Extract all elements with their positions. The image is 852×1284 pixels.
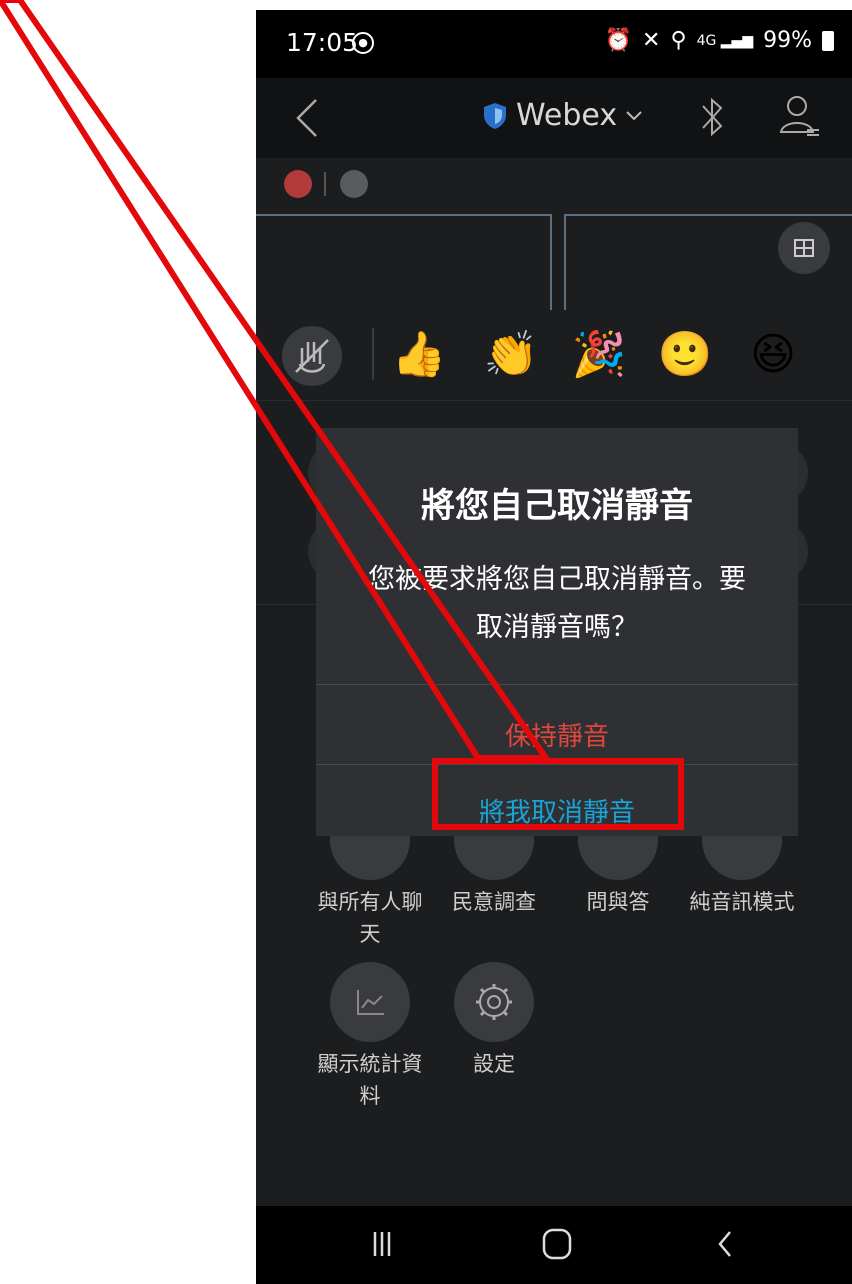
menu-item-label: 純音訊模式	[689, 890, 795, 914]
menu-item-label: 天	[359, 922, 381, 946]
notification-icon: ●	[352, 32, 374, 54]
clap-icon[interactable]: 👏	[480, 324, 542, 386]
layout-icon[interactable]	[778, 222, 830, 274]
video-tile[interactable]	[256, 214, 552, 310]
alarm-icon: ⏰	[604, 28, 633, 53]
divider	[324, 172, 326, 196]
thumbs-up-icon[interactable]: 👍	[388, 324, 450, 386]
home-icon[interactable]	[542, 1228, 572, 1260]
dialog-title: 將您自己取消靜音	[421, 486, 693, 526]
menu-item-label: 料	[359, 1084, 381, 1108]
menu-item-label: 顯示統計資	[317, 1052, 423, 1076]
lock-icon	[340, 170, 368, 198]
menu-item-audio-only[interactable]: 純音訊模式	[682, 886, 802, 918]
dialog-message: 您被要求將您自己取消靜音。要 取消靜音嗎？	[346, 556, 768, 652]
laughing-icon[interactable]: 😆	[742, 324, 804, 386]
status-bar: 17:05 ● ⏰ ✕ ⚲ 4G ▂▄▆ 99%	[256, 10, 852, 78]
divider	[372, 328, 374, 380]
signal-icon: 4G ▂▄▆	[696, 32, 754, 49]
menu-item-label: 問與答	[586, 890, 650, 914]
dialog-message-line: 取消靜音嗎？	[476, 612, 638, 643]
menu-item-settings[interactable]: 設定	[434, 1048, 554, 1080]
shield-icon	[484, 102, 506, 129]
menu-item-label: 與所有人聊	[317, 890, 423, 914]
recents-icon[interactable]	[372, 1230, 392, 1258]
status-time: 17:05	[286, 28, 359, 57]
brand-name: Webex	[516, 98, 618, 133]
highlight-box	[432, 758, 684, 830]
battery-level: 99%	[763, 28, 812, 53]
party-popper-icon[interactable]: 🎉	[568, 324, 630, 386]
keep-muted-button[interactable]: 保持靜音	[316, 716, 798, 753]
app-bar: Webex	[256, 78, 852, 158]
back-icon[interactable]	[288, 96, 328, 140]
webex-menu[interactable]: Webex	[482, 98, 643, 133]
menu-item-stats[interactable]: 顯示統計資 料	[310, 1048, 430, 1112]
video-tiles	[256, 212, 852, 310]
participants-icon[interactable]	[777, 92, 821, 142]
dialog-message-line: 您被要求將您自己取消靜音。要	[368, 564, 746, 595]
meeting-info-bar	[256, 158, 852, 212]
smile-icon[interactable]: 🙂	[654, 324, 716, 386]
bluetooth-icon[interactable]	[697, 94, 727, 140]
back-nav-icon[interactable]	[716, 1230, 734, 1258]
raise-hand-icon[interactable]	[282, 326, 342, 386]
menu-item-label: 設定	[473, 1052, 515, 1076]
menu-item-poll[interactable]: 民意調查	[434, 886, 554, 918]
divider	[316, 684, 798, 685]
battery-icon	[822, 30, 834, 51]
settings-icon[interactable]	[454, 962, 534, 1042]
location-icon: ⚲	[670, 28, 687, 53]
reactions-bar: 👍 👏 🎉 🙂 😆	[256, 310, 852, 401]
status-icons: ⏰ ✕ ⚲ 4G ▂▄▆ 99%	[605, 28, 834, 53]
mute-icon: ✕	[642, 28, 661, 53]
phone-screen: 17:05 ● ⏰ ✕ ⚲ 4G ▂▄▆ 99% Webex 👍 👏 🎉 🙂 😆…	[256, 10, 852, 1284]
menu-item-label: 民意調查	[452, 890, 536, 914]
system-nav-bar	[256, 1206, 852, 1284]
recording-icon	[284, 170, 312, 198]
stats-icon[interactable]	[330, 962, 410, 1042]
menu-item-qa[interactable]: 問與答	[558, 886, 678, 918]
menu-item-chat[interactable]: 與所有人聊 天	[310, 886, 430, 950]
chevron-down-icon	[626, 110, 642, 120]
